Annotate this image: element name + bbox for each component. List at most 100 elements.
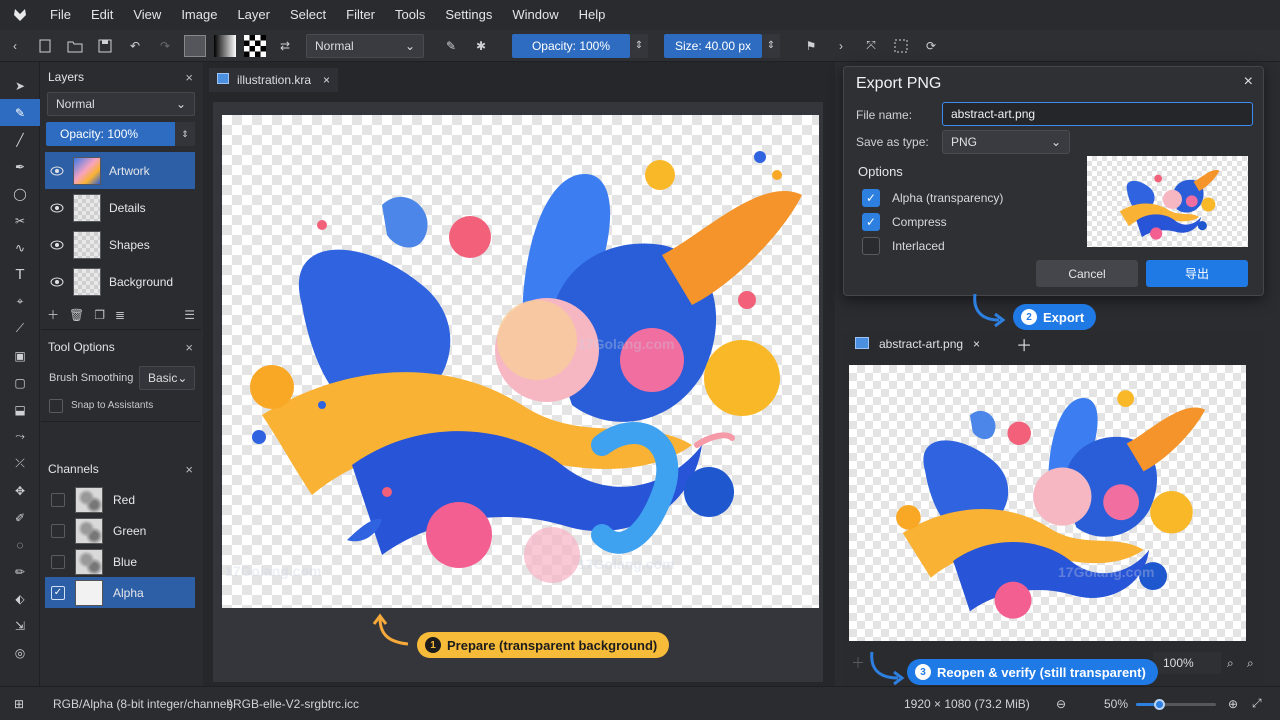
eye-icon[interactable]	[45, 203, 69, 213]
assistant-tool-icon[interactable]: ⌖	[0, 288, 40, 315]
more-arrow-icon[interactable]: ›	[826, 32, 856, 60]
transform-icon[interactable]: ⤧	[856, 32, 886, 60]
menu-item-filter[interactable]: Filter	[336, 0, 385, 30]
settings-flower-icon[interactable]: ✱	[466, 32, 496, 60]
transform-tool-icon[interactable]: ✥	[0, 477, 40, 504]
menu-item-help[interactable]: Help	[569, 0, 616, 30]
close-icon[interactable]: ×	[185, 340, 193, 355]
layer-row[interactable]: Shapes	[45, 226, 195, 263]
fill-tool-icon[interactable]: ⬓	[0, 396, 40, 423]
opacity-spinner-icon[interactable]: ⇕	[175, 122, 195, 146]
option-checkbox[interactable]	[862, 237, 880, 255]
menu-item-settings[interactable]: Settings	[435, 0, 502, 30]
new-tab-icon[interactable]: ＋	[1016, 332, 1032, 356]
snap-assistants-checkbox[interactable]	[49, 398, 63, 413]
export-option[interactable]: Interlaced	[862, 237, 945, 255]
swap-colors-icon[interactable]: ⇄	[270, 32, 300, 60]
menu-item-window[interactable]: Window	[502, 0, 568, 30]
text-tool-icon[interactable]: T	[0, 261, 40, 288]
option-checkbox[interactable]: ✓	[862, 189, 880, 207]
save-as-type-select[interactable]: PNG ⌄	[942, 130, 1070, 154]
bezier-tool-icon[interactable]: ∿	[0, 234, 40, 261]
status-add-icon[interactable]: ⊞	[14, 697, 24, 711]
close-icon[interactable]: ×	[1244, 73, 1253, 91]
size-field[interactable]: Size: 40.00 px	[664, 33, 762, 58]
channel-row[interactable]: Blue	[45, 546, 195, 577]
new-document-icon[interactable]	[30, 32, 60, 60]
close-icon[interactable]: ×	[185, 70, 193, 85]
channel-checkbox[interactable]: ✓	[51, 585, 65, 600]
path-tool-icon[interactable]: ⤳	[0, 423, 40, 450]
channel-checkbox[interactable]	[51, 523, 65, 538]
blend-mode-select[interactable]: Normal ⌄	[306, 33, 424, 58]
fit-view-icon[interactable]: ⤢	[1252, 696, 1262, 711]
eye-icon[interactable]	[45, 277, 69, 287]
menu-item-tools[interactable]: Tools	[385, 0, 435, 30]
channel-row[interactable]: Green	[45, 515, 195, 546]
eye-icon[interactable]	[45, 240, 69, 250]
layer-row[interactable]: Details	[45, 189, 195, 226]
menu-item-image[interactable]: Image	[171, 0, 227, 30]
menu-item-layer[interactable]: Layer	[227, 0, 280, 30]
export-option[interactable]: ✓ Alpha (transparency)	[862, 189, 1003, 207]
document-tab[interactable]: illustration.kra ×	[209, 68, 339, 92]
artwork-canvas[interactable]	[222, 115, 819, 608]
close-icon[interactable]: ×	[185, 462, 193, 477]
mirror-icon[interactable]: ⚑	[796, 32, 826, 60]
redo-icon[interactable]: ↷	[150, 32, 180, 60]
zoom-in-icon[interactable]: ⊕	[1228, 697, 1238, 711]
ellipse-select-tool-icon[interactable]: ◌	[0, 531, 40, 558]
add-layer-icon[interactable]: ＋	[47, 306, 59, 323]
viewer-zoom-field[interactable]: 100%	[1153, 652, 1221, 674]
brush-icon[interactable]: ✎	[436, 32, 466, 60]
close-icon[interactable]: ×	[973, 337, 980, 351]
eyedropper-tool-icon[interactable]: ⟋	[0, 315, 40, 342]
lasso-tool-icon[interactable]: ◎	[0, 639, 40, 666]
layer-row[interactable]: Background	[45, 263, 195, 300]
close-icon[interactable]: ×	[323, 73, 330, 87]
selection-icon[interactable]	[886, 32, 916, 60]
menu-item-file[interactable]: File	[40, 0, 81, 30]
rect-select-tool-icon[interactable]: ▢	[0, 369, 40, 396]
layer-menu-icon[interactable]: ☰	[184, 308, 195, 322]
brush-smoothing-select[interactable]: Basic ⌄	[139, 366, 195, 390]
layer-opacity-field[interactable]: Opacity: 100% ⇕	[46, 122, 195, 146]
smart-patch-tool-icon[interactable]: ✂	[0, 207, 40, 234]
reset-icon[interactable]: ⟳	[916, 32, 946, 60]
shape-tool-icon[interactable]: ◯	[0, 180, 40, 207]
menu-item-edit[interactable]: Edit	[81, 0, 123, 30]
zoom-out-icon[interactable]: ⊖	[1056, 697, 1066, 711]
opacity-spinner[interactable]: ⇕	[630, 33, 648, 58]
layer-blend-select[interactable]: Normal ⌄	[47, 92, 195, 116]
eye-icon[interactable]	[45, 166, 69, 176]
file-name-input[interactable]: abstract-art.png	[942, 102, 1253, 126]
zoom-in-icon[interactable]: ⌕	[1247, 656, 1254, 671]
gradient-icon[interactable]	[210, 32, 240, 60]
open-folder-icon[interactable]	[60, 32, 90, 60]
menu-item-select[interactable]: Select	[280, 0, 336, 30]
opacity-field[interactable]: Opacity: 100%	[512, 33, 630, 58]
cancel-button[interactable]: Cancel	[1036, 260, 1138, 287]
size-spinner[interactable]: ⇕	[762, 33, 780, 58]
move-tool-icon[interactable]: ⇲	[0, 612, 40, 639]
undo-icon[interactable]: ↶	[120, 32, 150, 60]
select-tool-icon[interactable]: ➤	[0, 72, 40, 99]
menu-item-view[interactable]: View	[123, 0, 171, 30]
export-button[interactable]: 导出	[1146, 260, 1248, 287]
channel-row[interactable]: ✓ Alpha	[45, 577, 195, 608]
crop-tool-icon[interactable]: ▣	[0, 342, 40, 369]
pattern-icon[interactable]	[240, 32, 270, 60]
line-tool-icon[interactable]: ╱	[0, 126, 40, 153]
channel-checkbox[interactable]	[51, 492, 65, 507]
layer-row[interactable]: Artwork	[45, 152, 195, 189]
freehand-brush-tool-icon[interactable]: ✎	[0, 99, 40, 126]
collapse-icon[interactable]: ‹	[0, 32, 30, 60]
reopened-image-canvas[interactable]	[849, 365, 1246, 641]
delete-layer-icon[interactable]: 🗑	[69, 308, 84, 322]
viewer-tab-label[interactable]: abstract-art.png	[879, 337, 963, 351]
layer-properties-icon[interactable]: ≣	[115, 308, 125, 322]
zoom-slider[interactable]	[1136, 699, 1216, 710]
colorize-tool-icon[interactable]: ✏	[0, 558, 40, 585]
brush-preset-icon[interactable]	[180, 32, 210, 60]
duplicate-layer-icon[interactable]: ❐	[94, 308, 105, 322]
